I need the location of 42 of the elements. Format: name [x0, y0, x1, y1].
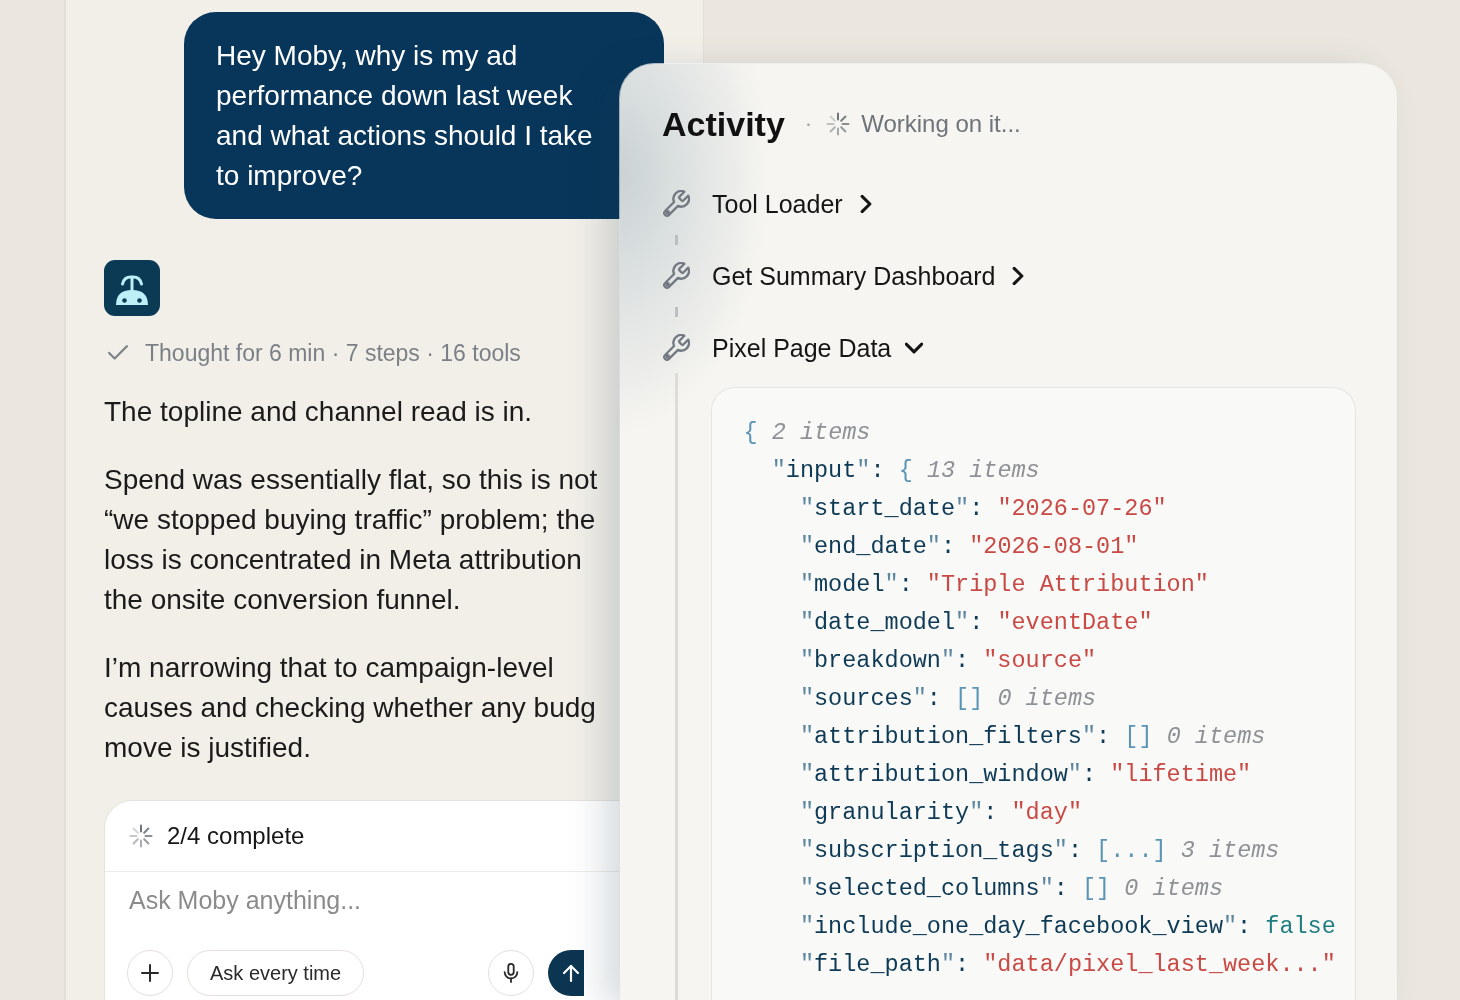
- thought-summary: Thought for 6 min · 7 steps · 16 tools: [145, 339, 521, 367]
- whale-avatar-icon: [104, 260, 160, 316]
- timeline-connector: [674, 307, 678, 317]
- code-line: "input": { 13 items: [771, 456, 1040, 486]
- code-line: "end_date": "2026-08-01": [799, 532, 1139, 562]
- wrench-icon: [662, 190, 690, 218]
- tool-name[interactable]: Pixel Page Data: [712, 333, 892, 363]
- code-line: "granularity": "day": [799, 798, 1082, 828]
- send-button[interactable]: [548, 950, 585, 996]
- plus-icon: [140, 963, 160, 983]
- wrench-icon: [662, 334, 690, 362]
- code-line: "date_model": "eventDate": [799, 608, 1153, 638]
- tool-name[interactable]: Get Summary Dashboard: [712, 261, 996, 291]
- spinner-icon: [826, 112, 851, 136]
- add-button[interactable]: [127, 950, 173, 996]
- code-line: "selected_columns": [] 0 items: [799, 874, 1224, 904]
- message-input[interactable]: Ask Moby anything...: [105, 872, 610, 928]
- code-line: "include_one_day_facebook_view": false: [799, 912, 1336, 942]
- progress-status: 2/4 complete: [167, 822, 305, 850]
- code-line: "attribution_window": "lifetime": [799, 760, 1252, 790]
- code-line: "attribution_filters": [] 0 items: [799, 722, 1266, 752]
- code-line: { 2 items: [743, 418, 871, 448]
- wrench-icon: [662, 262, 690, 290]
- code-line: "subscription_tags": [...] 3 items: [799, 836, 1280, 866]
- working-status: Working on it...: [861, 110, 1021, 138]
- microphone-button[interactable]: [488, 950, 535, 996]
- answer-paragraph: Spend was essentially flat, so this is not “we stopped buying traffic” problem; the loss is concentrated in Meta attribution the onsite conversion funnel.: [104, 463, 598, 617]
- tool-name[interactable]: Tool Loader: [712, 189, 843, 219]
- panel-title: Activity: [662, 104, 785, 144]
- spinner-icon: [129, 824, 153, 848]
- separator-dot: ·: [804, 111, 813, 137]
- code-line: "breakdown": "source": [799, 646, 1097, 676]
- mode-button[interactable]: Ask every time: [187, 950, 365, 996]
- code-line: "sources": [] 0 items: [799, 684, 1097, 714]
- answer-paragraph: I’m narrowing that to campaign-level causes and checking whether any budg move is justified.: [104, 651, 596, 765]
- code-line: "start_date": "2026-07-26": [799, 494, 1167, 524]
- user-message: Hey Moby, why is my ad performance down last week and what actions should I take to improve?: [184, 12, 664, 219]
- arrow-up-icon: [561, 963, 582, 983]
- timeline-connector: [674, 235, 678, 245]
- code-line: "file_path": "data/pixel_last_week...": [799, 950, 1336, 980]
- code-line: "model": "Triple Attribution": [799, 570, 1209, 600]
- answer-paragraph: The topline and channel read is in.: [104, 395, 533, 429]
